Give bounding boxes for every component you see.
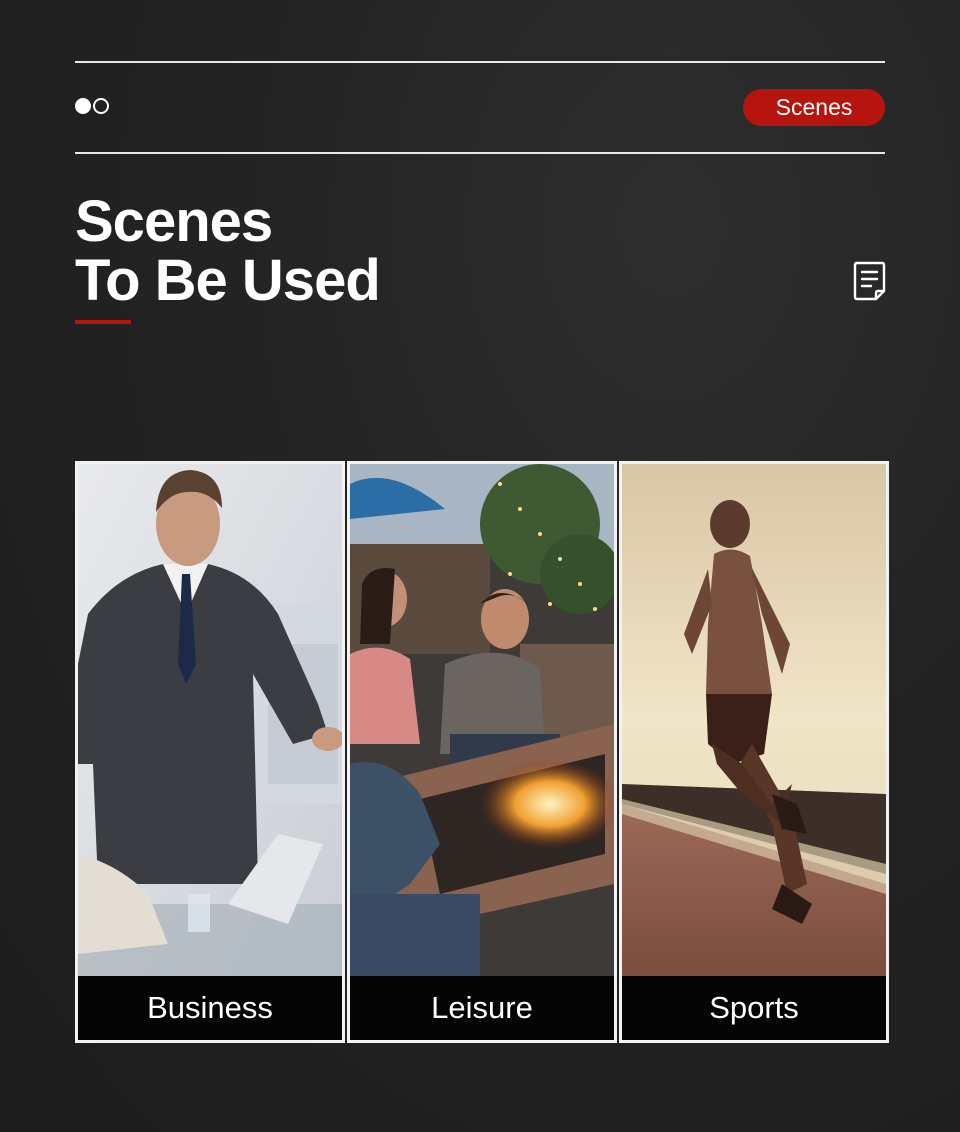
- scene-card-sports[interactable]: Sports: [619, 461, 889, 1043]
- title-underline: [75, 320, 131, 324]
- scene-label-business: Business: [78, 976, 342, 1040]
- page-title-line-1: Scenes: [75, 189, 273, 254]
- scene-card-leisure[interactable]: Leisure: [347, 461, 617, 1043]
- document-icon: [853, 261, 886, 301]
- dot-filled-icon: [75, 98, 91, 114]
- header-divider: [75, 152, 885, 154]
- leisure-image: [350, 464, 614, 976]
- scene-label-sports: Sports: [622, 976, 886, 1040]
- page-title-line-2: To Be Used: [75, 248, 381, 313]
- business-image: [78, 464, 342, 976]
- scene-cards: Business Leisure Sports: [75, 461, 889, 1043]
- scene-label-leisure: Leisure: [350, 976, 614, 1040]
- scenes-badge: Scenes: [743, 89, 885, 126]
- dots-icon: [75, 98, 109, 114]
- dot-hollow-icon: [93, 98, 109, 114]
- sports-image: [622, 464, 886, 976]
- scene-card-business[interactable]: Business: [75, 461, 345, 1043]
- top-divider: [75, 61, 885, 63]
- page-title: Scenes To Be Used: [75, 189, 381, 313]
